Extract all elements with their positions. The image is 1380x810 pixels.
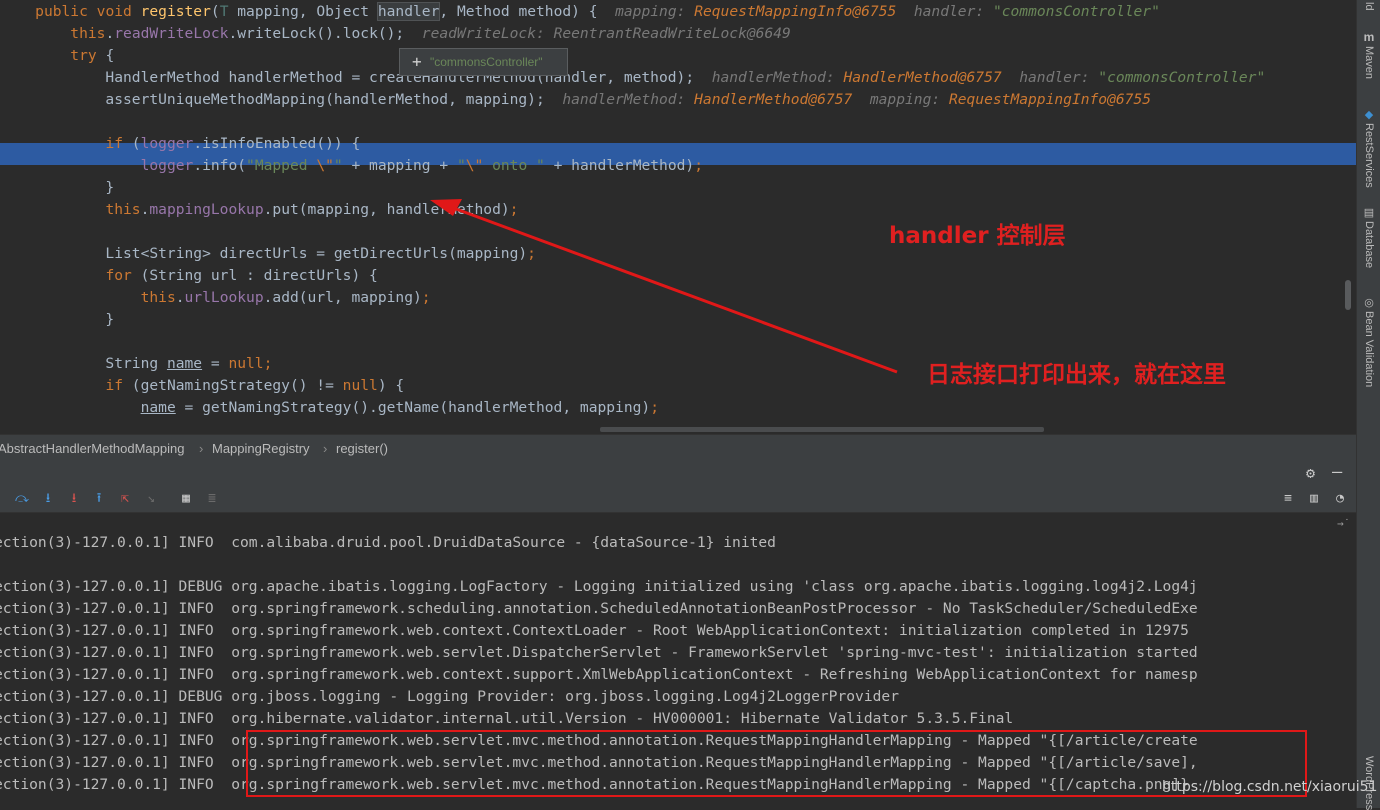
breadcrumb-class[interactable]: AbstractHandlerMethodMapping [0, 435, 184, 462]
maven-icon: m [1363, 30, 1375, 44]
step-into-icon[interactable]: ⭳ [64, 489, 84, 509]
evaluate-expression-icon[interactable]: ▦ [176, 489, 196, 509]
show-execution-point-icon[interactable]: ⤼ [12, 489, 32, 509]
highlight-box [246, 730, 1307, 797]
value-tooltip: + "commonsController" [399, 48, 568, 76]
code-line: for (String url : directUrls) { [105, 267, 378, 284]
watermark: https://blog.csdn.net/xiaorui51 [1162, 779, 1378, 795]
tool-bean-validation[interactable]: ◎ Bean Validation [1359, 296, 1379, 387]
breadcrumb-inner-class[interactable]: MappingRegistry [212, 435, 310, 462]
code-line: try { [70, 47, 115, 64]
handler-annotation: handler 控制层 [889, 223, 1066, 249]
tool-maven[interactable]: m Maven [1359, 30, 1379, 79]
log-annotation: 日志接口打印出来，就在这里 [927, 362, 1226, 388]
code-line: name = getNamingStrategy().getName(handl… [140, 399, 660, 416]
code-line: public void register(T mapping, Object h… [35, 2, 1160, 21]
breadcrumb-method[interactable]: register() [336, 435, 388, 462]
debug-toolbar: ⤼ ⭳ ⭳ ⭱ ⇱ ↘ ▦ ≣ ≡ ▥ ◔ [0, 486, 1356, 513]
code-line: this.urlLookup.add(url, mapping); [140, 289, 431, 306]
console-line: ection(3)-127.0.0.1] INFO org.springfram… [0, 622, 1189, 639]
gear-icon[interactable]: ⚙ [1306, 464, 1315, 482]
code-line: HandlerMethod handlerMethod = createHand… [0, 69, 1266, 86]
breadcrumb-separator-icon: › [199, 441, 204, 456]
vertical-scrollbar[interactable] [1345, 280, 1351, 310]
database-icon: ▤ [1363, 207, 1375, 219]
tooltip-value: "commonsController" [430, 55, 543, 69]
code-line: this.readWriteLock.writeLock().lock(); r… [70, 25, 791, 42]
breadcrumb-separator-icon: › [323, 441, 328, 456]
tool-ld[interactable]: ld [1359, 0, 1379, 11]
code-line: } [0, 179, 115, 196]
console-line: ection(3)-127.0.0.1] DEBUG org.apache.ib… [0, 578, 1198, 595]
breadcrumb: AbstractHandlerMethodMapping › MappingRe… [0, 434, 1356, 462]
right-tool-window-bar: ld m Maven ◆ RestServices ▤ Database ◎ B… [1356, 0, 1380, 810]
minimize-icon[interactable]: – [1332, 462, 1342, 482]
code-line: String name = null; [0, 355, 273, 372]
console-line: ection(3)-127.0.0.1] INFO com.alibaba.dr… [0, 534, 776, 551]
code-line: assertUniqueMethodMapping(handlerMethod,… [0, 91, 1152, 108]
console-line: ection(3)-127.0.0.1] INFO org.springfram… [0, 666, 1198, 683]
bean-validation-icon: ◎ [1364, 297, 1374, 309]
restore-layout-icon[interactable]: ▥ [1304, 489, 1324, 509]
run-to-cursor-icon[interactable]: ↘ [141, 489, 161, 509]
code-line: if (getNamingStrategy() != null) { [105, 377, 405, 394]
code-line: logger.info("Mapped \"" + mapping + "\" … [140, 157, 703, 174]
tool-database[interactable]: ▤ Database [1359, 206, 1379, 268]
console-line: ection(3)-127.0.0.1] DEBUG org.jboss.log… [0, 688, 899, 705]
code-line: if (logger.isInfoEnabled()) { [105, 135, 361, 152]
trace-icon[interactable]: ≣ [202, 489, 222, 509]
code-line: this.mappingLookup.put(mapping, handlerM… [105, 201, 519, 218]
console-line: ection(3)-127.0.0.1] INFO org.springfram… [0, 600, 1198, 617]
speedometer-icon[interactable]: ◔ [1330, 489, 1350, 509]
expand-icon[interactable]: + [412, 49, 422, 75]
layout-icon[interactable]: ≡ [1278, 489, 1298, 509]
step-over-icon[interactable]: ⭳ [38, 489, 58, 509]
console-line: ection(3)-127.0.0.1] INFO org.springfram… [0, 644, 1198, 661]
horizontal-scrollbar[interactable] [600, 427, 1044, 432]
console-line: ection(3)-127.0.0.1] INFO org.hibernate.… [0, 710, 1014, 727]
code-line: List<String> directUrls = getDirectUrls(… [0, 245, 536, 262]
tool-restservices[interactable]: ◆ RestServices [1359, 108, 1379, 188]
step-out-icon[interactable]: ⭱ [89, 489, 109, 509]
code-line: } [0, 311, 115, 328]
rest-icon: ◆ [1364, 109, 1374, 121]
debug-panel-header: ⚙ – [0, 462, 1356, 486]
soft-wrap-icon[interactable]: →˙ [1337, 517, 1350, 530]
drop-frame-icon[interactable]: ⇱ [115, 489, 135, 509]
